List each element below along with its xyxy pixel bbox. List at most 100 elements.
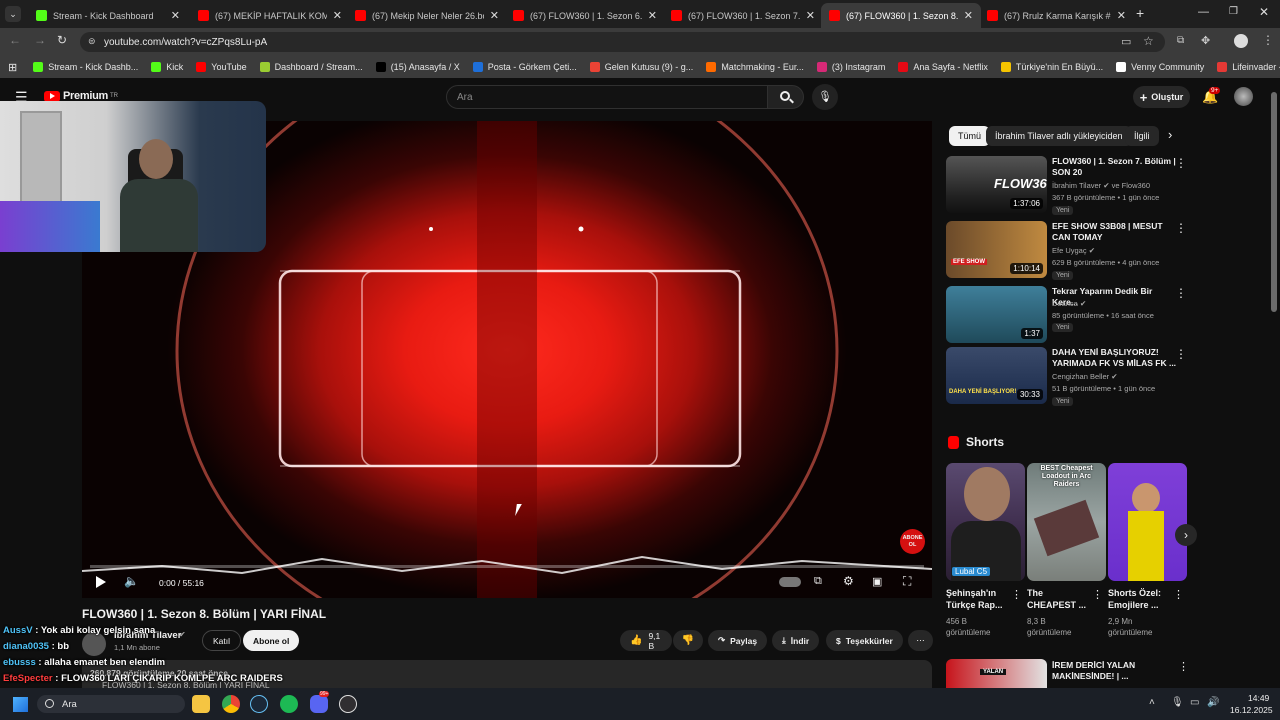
browser-tab-6[interactable]: (67) FLOW360 | 1. Sezon 8. Bölü ✕: [821, 3, 981, 28]
more-actions-button[interactable]: ⋯: [908, 630, 933, 651]
tab-close-icon[interactable]: ✕: [1117, 9, 1126, 22]
bookmark-3[interactable]: YouTube: [196, 62, 247, 72]
obs-icon[interactable]: [339, 695, 357, 713]
bookmark-2[interactable]: Kick: [151, 62, 183, 72]
chip-uploader[interactable]: İbrahim Tilaver adlı yükleyiciden: [986, 126, 1132, 146]
progress-bar[interactable]: [90, 565, 924, 568]
rec-menu-icon[interactable]: ⋮: [1175, 347, 1187, 361]
miniplayer-icon[interactable]: ▣: [872, 575, 882, 588]
short-menu-icon-1[interactable]: ⋮: [1011, 588, 1022, 601]
taskbar-search[interactable]: Ara: [37, 695, 185, 713]
browser-tab-7[interactable]: (67) Rrulz Karma Karışık #21 - Y ✕: [979, 3, 1134, 28]
bookmark-7[interactable]: Gelen Kutusu (9) - g...: [589, 62, 693, 72]
new-tab-button[interactable]: +: [1136, 5, 1144, 21]
bookmark-9[interactable]: (3) Instagram: [816, 62, 885, 72]
fullscreen-icon[interactable]: ⛶: [903, 574, 911, 589]
browser-tab-5[interactable]: (67) FLOW360 | 1. Sezon 7. Bölü ✕: [663, 3, 823, 28]
bookmark-4[interactable]: Dashboard / Stream...: [259, 62, 363, 72]
account-avatar[interactable]: [1234, 87, 1253, 106]
tray-volume-icon[interactable]: 🔊: [1207, 697, 1219, 708]
browser-tab-3[interactable]: (67) Mekip Neler Neler 26.bolu ✕: [347, 3, 507, 28]
create-button[interactable]: + Oluştur: [1133, 86, 1190, 108]
bookmark-13[interactable]: Lifeinvader - VennyV: [1217, 62, 1280, 72]
dislike-button[interactable]: 👎: [673, 630, 703, 651]
short-menu-icon-2[interactable]: ⋮: [1092, 588, 1103, 601]
next-rec-thumbnail[interactable]: YALAN: [946, 659, 1047, 688]
page-scrollbar[interactable]: [1271, 92, 1277, 312]
discord-icon[interactable]: 99+: [310, 691, 330, 713]
bookmark-5[interactable]: (15) Anasayfa / X: [375, 62, 460, 72]
subscribe-button[interactable]: Abone ol: [243, 630, 300, 651]
tab-close-icon[interactable]: ✕: [171, 9, 180, 22]
tray-microphone-icon[interactable]: 🎙: [1171, 697, 1184, 708]
subtitles-icon[interactable]: ⧉: [814, 575, 822, 588]
tab-close-icon[interactable]: ✕: [806, 9, 815, 22]
chip-related[interactable]: İlgili: [1125, 126, 1159, 146]
bookmark-6[interactable]: Posta - Görkem Çeti...: [472, 62, 577, 72]
short-thumbnail-1[interactable]: Lubal C5: [946, 463, 1025, 581]
share-button[interactable]: ↷ Paylaş: [708, 630, 768, 651]
rec-menu-icon[interactable]: ⋮: [1175, 156, 1187, 170]
file-explorer-icon[interactable]: [192, 695, 210, 713]
join-button[interactable]: Katıl: [202, 630, 242, 651]
short-thumbnail-3[interactable]: [1108, 463, 1187, 581]
mute-icon[interactable]: 🔈: [124, 574, 139, 588]
chips-next-icon[interactable]: ›: [1168, 127, 1172, 142]
like-button[interactable]: 👍 9,1 B: [620, 630, 672, 651]
play-button[interactable]: [96, 576, 106, 588]
bookmark-12[interactable]: Venny Community: [1116, 62, 1204, 72]
short-title-1[interactable]: Şehinşah'ın Türkçe Rap...: [946, 587, 1008, 611]
bookmark-1[interactable]: Stream - Kick Dashb...: [33, 62, 138, 72]
browser-menu-icon[interactable]: ⋮: [1262, 33, 1274, 47]
recommended-video-1[interactable]: FLOW360 1:37:06 FLOW360 | 1. Sezon 7. Bölü…: [946, 156, 1191, 216]
short-title-3[interactable]: Shorts Özel: Emojilere ...: [1108, 587, 1170, 611]
restore-icon[interactable]: ❐: [1229, 6, 1238, 17]
reload-icon[interactable]: ↻: [57, 33, 67, 47]
voice-search-button[interactable]: 🎙: [812, 84, 838, 110]
rec-menu-icon[interactable]: ⋮: [1175, 286, 1187, 300]
chip-all[interactable]: Tümü: [949, 126, 991, 146]
recommended-video-2[interactable]: EFE SHOW 1:10:14 EFE SHOW S3B08 | MESUT CA…: [946, 221, 1191, 281]
cast-icon[interactable]: ▭: [1121, 35, 1131, 48]
autoplay-toggle[interactable]: [779, 577, 801, 587]
clock-time[interactable]: 14:49: [1248, 693, 1269, 703]
spotify-icon[interactable]: [280, 695, 298, 713]
thanks-button[interactable]: $ Teşekkürler: [826, 630, 903, 651]
bookmark-11[interactable]: Türkiye'nin En Büyü...: [1000, 62, 1103, 72]
tab-list-dropdown-icon[interactable]: ⌄: [5, 6, 21, 22]
steam-icon[interactable]: [250, 695, 268, 713]
close-window-icon[interactable]: ✕: [1259, 5, 1269, 19]
forward-icon[interactable]: →: [34, 33, 46, 47]
bookmark-star-icon[interactable]: ☆: [1143, 34, 1154, 48]
tab-close-icon[interactable]: ✕: [333, 9, 342, 22]
short-thumbnail-2[interactable]: BEST Cheapest Loadout in Arc Raiders: [1027, 463, 1106, 581]
url-field[interactable]: youtube.com/watch?v=cZPqs8Lu-pA: [80, 32, 1165, 52]
subscribe-watermark-badge[interactable]: ABONE OL: [900, 529, 925, 554]
download-button[interactable]: ⤓ İndir: [772, 630, 820, 651]
windows-start-icon[interactable]: [13, 697, 28, 712]
tab-close-icon[interactable]: ✕: [964, 9, 973, 22]
bookmark-10[interactable]: Ana Sayfa - Netflix: [898, 62, 988, 72]
next-rec-title[interactable]: İREM DERİCİ YALAN MAKİNESİNDE! | ...: [1052, 660, 1180, 682]
tab-close-icon[interactable]: ✕: [490, 9, 499, 22]
settings-gear-icon[interactable]: ⚙: [843, 574, 854, 588]
rec-menu-icon[interactable]: ⋮: [1175, 221, 1187, 235]
next-rec-menu-icon[interactable]: ⋮: [1178, 660, 1189, 673]
tray-display-icon[interactable]: ▭: [1190, 697, 1199, 708]
site-info-icon[interactable]: ⊜: [88, 36, 96, 47]
search-input[interactable]: Ara: [446, 85, 768, 109]
recommended-video-3[interactable]: 1:37 Tekrar Yaparım Dedik Bir Kere... Dean…: [946, 286, 1191, 346]
shorts-next-button[interactable]: ›: [1175, 524, 1197, 546]
short-menu-icon-3[interactable]: ⋮: [1173, 588, 1184, 601]
browser-tab-1[interactable]: Stream - Kick Dashboard ✕: [28, 3, 188, 28]
notifications-button[interactable]: 🔔 9+: [1202, 87, 1221, 105]
clock-date[interactable]: 16.12.2025: [1230, 705, 1273, 715]
tab-close-icon[interactable]: ✕: [648, 9, 657, 22]
short-title-2[interactable]: The CHEAPEST ...: [1027, 587, 1089, 611]
back-icon[interactable]: ←: [9, 33, 21, 47]
chrome-icon[interactable]: [222, 695, 240, 713]
extension-icon[interactable]: ⧉: [1177, 35, 1184, 46]
browser-tab-4[interactable]: (67) FLOW360 | 1. Sezon 6. Bölü ✕: [505, 3, 665, 28]
minimize-icon[interactable]: —: [1198, 6, 1209, 18]
bookmark-8[interactable]: Matchmaking - Eur...: [706, 62, 804, 72]
